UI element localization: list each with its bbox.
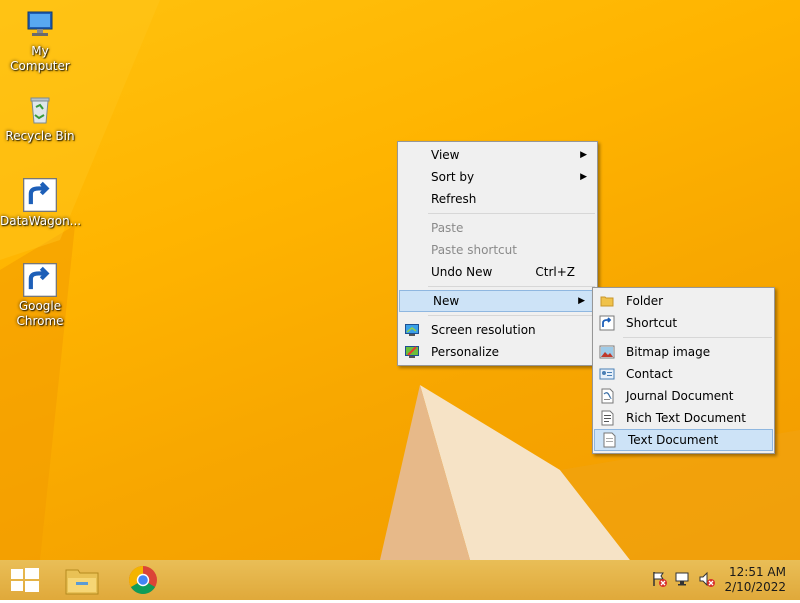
menu-item-screen-resolution[interactable]: Screen resolution xyxy=(398,319,597,341)
recycle-bin-icon xyxy=(23,93,57,127)
folder-icon xyxy=(600,296,614,307)
menu-item-label: View xyxy=(431,148,460,162)
menu-item-paste[interactable]: Paste xyxy=(398,217,597,239)
menu-item-label: New xyxy=(433,294,460,308)
taskbar-clock[interactable]: 12:51 AM 2/10/2022 xyxy=(724,565,786,595)
menu-item-label: Paste xyxy=(431,221,464,235)
network-icon[interactable] xyxy=(674,570,692,588)
shortcut-icon xyxy=(599,315,615,331)
submenu-item-bitmap-image[interactable]: Bitmap image xyxy=(593,341,774,363)
desktop-icon-datawagon[interactable]: DataWagon... xyxy=(0,178,82,229)
desktop-icon-recycle-bin[interactable]: Recycle Bin xyxy=(0,93,80,144)
action-center-flag-icon[interactable] xyxy=(650,570,668,588)
menu-item-label: Sort by xyxy=(431,170,475,184)
menu-separator xyxy=(428,315,595,316)
menu-separator xyxy=(428,213,595,214)
menu-item-label: Rich Text Document xyxy=(626,411,746,425)
clock-time: 12:51 AM xyxy=(729,565,786,579)
menu-item-label: Contact xyxy=(626,367,673,381)
desktop-icon-label: My Computer xyxy=(10,44,70,73)
menu-item-view[interactable]: View ▶ xyxy=(398,144,597,166)
menu-item-label: Screen resolution xyxy=(431,323,536,337)
menu-item-personalize[interactable]: Personalize xyxy=(398,341,597,363)
chrome-icon xyxy=(129,566,157,594)
screen-resolution-icon xyxy=(405,324,419,336)
desktop-icon-my-computer[interactable]: My Computer xyxy=(0,8,80,74)
shortcut-arrow-icon xyxy=(23,178,57,212)
file-explorer-icon xyxy=(65,569,99,595)
menu-item-label: Refresh xyxy=(431,192,477,206)
journal-document-icon xyxy=(601,388,614,404)
desktop-context-menu: View ▶ Sort by ▶ Refresh Paste Paste sho… xyxy=(397,141,598,366)
start-icon xyxy=(11,568,39,592)
desktop-icon-label-line1: Google xyxy=(18,299,62,313)
datawagon-icon xyxy=(23,178,57,212)
new-submenu: Folder Shortcut Bitmap image Contact Jou… xyxy=(592,287,775,454)
menu-item-label: Folder xyxy=(626,294,664,308)
personalize-icon xyxy=(405,346,419,358)
menu-item-paste-shortcut[interactable]: Paste shortcut xyxy=(398,239,597,261)
menu-item-new[interactable]: New ▶ xyxy=(399,290,596,312)
menu-separator xyxy=(623,337,772,338)
clock-date: 2/10/2022 xyxy=(724,580,786,594)
menu-item-undo-new[interactable]: Undo New Ctrl+Z xyxy=(398,261,597,283)
menu-item-label: Text Document xyxy=(628,433,719,447)
bitmap-image-icon xyxy=(599,345,615,359)
desktop-icon-label-line2: Chrome xyxy=(16,314,64,328)
submenu-item-rich-text-document[interactable]: Rich Text Document xyxy=(593,407,774,429)
desktop-icon-google-chrome[interactable]: Google Chrome xyxy=(0,263,80,329)
taskbar-file-explorer[interactable] xyxy=(56,560,108,600)
menu-separator xyxy=(428,286,595,287)
taskbar-chrome[interactable] xyxy=(117,560,169,600)
desktop-icon-label: DataWagon... xyxy=(0,214,82,228)
submenu-item-journal-document[interactable]: Journal Document xyxy=(593,385,774,407)
menu-item-label: Personalize xyxy=(431,345,500,359)
menu-item-label: Journal Document xyxy=(626,389,734,403)
menu-item-label: Bitmap image xyxy=(626,345,711,359)
menu-item-label: Undo New xyxy=(431,265,493,279)
chrome-icon xyxy=(23,263,57,297)
submenu-arrow-icon: ▶ xyxy=(578,296,585,306)
menu-item-label: Paste shortcut xyxy=(431,243,517,257)
computer-icon xyxy=(23,8,57,42)
desktop-icon-label: Recycle Bin xyxy=(5,129,75,143)
contact-icon xyxy=(599,368,615,380)
menu-item-shortcut: Ctrl+Z xyxy=(535,265,575,279)
desktop[interactable]: My Computer Recycle Bin DataWagon... Goo… xyxy=(0,0,800,560)
submenu-arrow-icon: ▶ xyxy=(580,172,587,182)
menu-item-refresh[interactable]: Refresh xyxy=(398,188,597,210)
menu-item-sort-by[interactable]: Sort by ▶ xyxy=(398,166,597,188)
submenu-item-shortcut[interactable]: Shortcut xyxy=(593,312,774,334)
submenu-item-contact[interactable]: Contact xyxy=(593,363,774,385)
text-document-icon xyxy=(603,432,616,448)
taskbar: 12:51 AM 2/10/2022 xyxy=(0,560,800,600)
submenu-item-folder[interactable]: Folder xyxy=(593,290,774,312)
rich-text-document-icon xyxy=(601,410,614,426)
volume-muted-icon[interactable] xyxy=(698,570,716,588)
submenu-item-text-document[interactable]: Text Document xyxy=(594,429,773,451)
menu-item-label: Shortcut xyxy=(626,316,678,330)
start-button[interactable] xyxy=(0,560,52,600)
submenu-arrow-icon: ▶ xyxy=(580,150,587,160)
shortcut-arrow-icon xyxy=(23,263,57,297)
